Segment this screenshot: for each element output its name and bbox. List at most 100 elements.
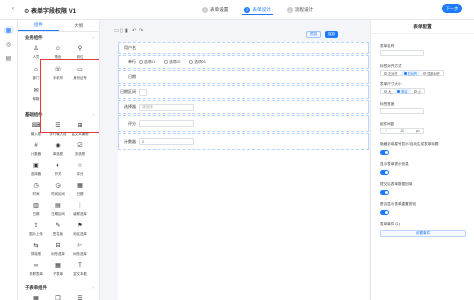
component-sub-1[interactable]: ▦ (25, 294, 47, 300)
component-table[interactable]: ▦ 子表单 (47, 261, 69, 278)
minus-icon[interactable]: − (381, 129, 391, 133)
form-config-panel: 表单配置 表单名称 标签对齐方式 左对齐 右对齐 顶部对齐 表单尺寸大小 大 默… (370, 20, 474, 300)
form-size-default[interactable]: 默认 (394, 89, 411, 94)
form-canvas: ▭ ▯ ▮ ↶ ↷ 预览 保存 用户名 单行 选项01 选项02 选项03 日期… (103, 20, 369, 300)
radio-dot (384, 71, 387, 75)
component-date[interactable]: ▦ 日期 (69, 181, 91, 198)
undo-icon[interactable]: ↶ (132, 28, 136, 34)
label-position-left[interactable]: 左对齐 (381, 71, 401, 76)
label-position-top[interactable]: 顶部对齐 (420, 71, 443, 76)
select-input[interactable]: 请选择 (139, 103, 194, 111)
component-map[interactable]: ⚑ 地区选择 (69, 221, 91, 238)
form-field-counter[interactable]: 计数器 0 (118, 133, 369, 150)
component-checkbox[interactable]: ☑ 多选框 (69, 141, 91, 158)
form-field-date-range[interactable]: 日期区间 (118, 85, 369, 99)
option-label: 小 (417, 89, 421, 94)
component-transfer[interactable]: ⇆ 穿梭框 (25, 241, 47, 258)
chevron-right-icon[interactable]: › (93, 285, 94, 291)
label-width-input[interactable] (380, 108, 424, 114)
component-rate[interactable]: ☆ 评分 (69, 161, 91, 178)
component-radio[interactable]: ◉ 单选框 (47, 141, 69, 158)
component-panel: 组件 大纲 业务组件 › ♙ 人员 ☺ 角色 ⚲ 岗位 ⌂ 部门 ☏ 手机号 ▭ 身份证号 ✉… (18, 20, 100, 300)
tab-components[interactable]: 组件 (18, 20, 59, 31)
form-field-radio[interactable]: 单行 选项01 选项02 选项03 (118, 55, 369, 69)
form-size-small[interactable]: 小 (411, 89, 424, 94)
component-sub-2[interactable]: ❐ (47, 294, 69, 300)
component-switch[interactable]: ◐ 开关 (47, 161, 69, 178)
radio-option[interactable]: 选项02 (164, 60, 180, 65)
database-icon[interactable]: ▤ (4, 54, 14, 62)
component-select[interactable]: ▣ 选择器 (25, 161, 47, 178)
form-field-select[interactable]: 选择器 请选择 (118, 100, 369, 114)
component-time-range[interactable]: ◶ 时间区间 (47, 181, 69, 198)
component-sub-3[interactable]: ☰ (69, 294, 91, 300)
component-number[interactable]: # 计数器 (25, 141, 47, 158)
step-number: 1 (202, 7, 208, 13)
component-date-range[interactable]: ▤ 日期区间 (47, 201, 69, 218)
redo-icon[interactable]: ↷ (139, 28, 143, 34)
counter-input[interactable]: 0 (139, 138, 194, 145)
form-field-username[interactable]: 用户名 (118, 42, 369, 54)
save-button[interactable]: 保存 (325, 31, 339, 38)
tablet-icon[interactable]: ▯ (120, 28, 123, 34)
option-label: 选项02 (169, 59, 181, 64)
step-form-settings[interactable]: 1 表单设置 (200, 5, 230, 15)
component-calendar[interactable]: ▥ 日期 (25, 201, 47, 218)
toggle-switch-2[interactable] (380, 170, 389, 175)
component-treeselect[interactable]: ⊟ 树形选择 (47, 241, 69, 258)
component-label: 人员 (32, 55, 40, 59)
toggle-switch-1[interactable] (380, 150, 389, 155)
component-signature[interactable]: ✎ 签名板 (47, 221, 69, 238)
mobile-icon[interactable]: ▮ (125, 28, 128, 34)
radio-option[interactable]: 选项01 (139, 60, 155, 65)
step-flow-design[interactable]: 3 流程设计 (285, 5, 315, 15)
grid-icon[interactable]: ▦ (3, 26, 14, 34)
time-range-icon: ◶ (55, 182, 61, 189)
desktop-icon[interactable]: ▭ (114, 28, 119, 34)
toggle-switch-3[interactable] (380, 190, 389, 195)
component-label: 地区选择 (73, 232, 87, 236)
chevron-right-icon[interactable]: › (93, 35, 94, 41)
component-tree[interactable]: ⊢ 树形选择 (69, 241, 91, 258)
option-label: 选项01 (144, 59, 156, 64)
step-form-design[interactable]: 2 表单设计 (242, 5, 273, 15)
treeselect-icon: ⊟ (55, 242, 61, 249)
form-name-input[interactable] (380, 50, 424, 56)
component-time[interactable]: ◷ 时间 (25, 181, 47, 198)
group-title: 子表单组件 (25, 285, 47, 290)
component-cascader[interactable]: ⋮ 级联选择 (69, 201, 91, 218)
toggle-switch-4[interactable] (380, 210, 389, 215)
canvas-toolbar: ▭ ▯ ▮ ↶ ↷ 预览 保存 (103, 24, 369, 38)
form-field-date[interactable]: 日期 (118, 70, 369, 84)
panel-tabs: 组件 大纲 (18, 20, 99, 32)
toggle-label-1: 隐藏必填星号显示/自动生成表单标题 (380, 142, 439, 146)
form-field-rate[interactable]: 评分 (118, 115, 369, 132)
radio-dot (397, 89, 401, 93)
select-icon: ▣ (33, 162, 39, 169)
form-size-large[interactable]: 大 (381, 89, 394, 94)
option-label: 右对齐 (407, 71, 418, 76)
set-events-button[interactable]: 设置事件 (380, 230, 466, 237)
label-position-right[interactable]: 右对齐 (400, 71, 421, 76)
toggle-label-3: 提交后表单数据回填 (380, 182, 413, 186)
spacing-stepper[interactable]: − 10 px (380, 128, 424, 134)
business-components-highlight (40, 59, 99, 133)
date-range-input[interactable] (139, 88, 147, 96)
component-text[interactable]: T 富文本框 (69, 261, 91, 278)
component-link[interactable]: ∞ 关联表单 (25, 261, 47, 278)
tab-outline[interactable]: 大纲 (59, 20, 100, 31)
radio-option[interactable]: 选项03 (189, 60, 206, 65)
spacing-value: 10 (400, 129, 404, 133)
time-icon: ◷ (33, 182, 39, 189)
option-label: 左对齐 (388, 71, 398, 76)
component-upload[interactable]: ⇪ 图片上传 (25, 221, 47, 238)
preview-button[interactable]: 预览 (306, 31, 322, 38)
next-step-button[interactable]: 下一步 (442, 4, 462, 13)
component-label: 日期 (76, 192, 84, 196)
checkbox-icon: ☑ (77, 142, 83, 149)
rate-input[interactable] (139, 120, 194, 127)
mini-sidebar: ▦ ◎ ▤ (0, 20, 18, 300)
globe-icon[interactable]: ◎ (4, 40, 14, 48)
role-icon: ☺ (54, 45, 62, 52)
back-icon[interactable]: ‹ (12, 6, 14, 12)
